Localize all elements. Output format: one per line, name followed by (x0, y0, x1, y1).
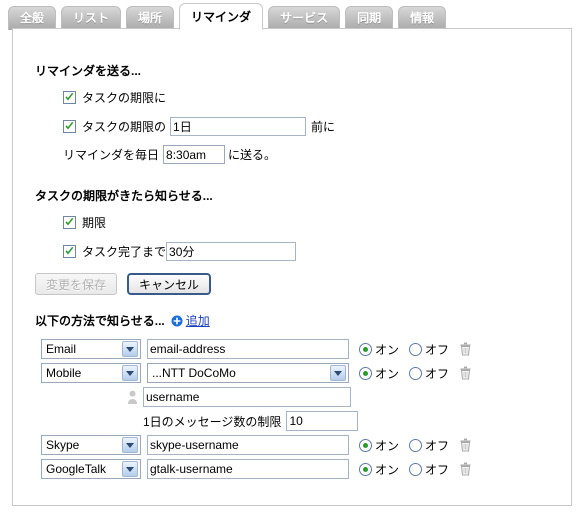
radio-off-label: オフ (425, 462, 450, 477)
overdue-due-checkbox[interactable] (63, 216, 76, 229)
overdue-until-input[interactable] (166, 242, 297, 261)
radio-off-skype[interactable] (409, 438, 423, 452)
tab-reminders[interactable]: リマインダ (179, 3, 264, 30)
tab-label: リマインダ (191, 10, 252, 24)
radio-on-mobile[interactable] (359, 366, 372, 380)
radio-off-email[interactable] (409, 342, 423, 356)
overdue-due-label: 期限 (82, 216, 107, 230)
method-state-radios-email: オン オフ (359, 341, 459, 358)
button-row: 変更を保存 キャンセル (35, 273, 212, 295)
chevron-down-icon (122, 341, 138, 357)
before-reminder-suffix: 前に (311, 120, 336, 134)
chevron-down-icon (122, 461, 138, 477)
method-type-value: Mobile (46, 366, 82, 380)
method-type-value: Skype (46, 438, 80, 452)
mobile-username-input[interactable] (143, 387, 351, 407)
cancel-button[interactable]: キャンセル (127, 273, 212, 295)
method-type-value: Email (46, 342, 77, 356)
radio-on-googletalk[interactable] (359, 462, 372, 476)
chevron-down-icon (330, 365, 346, 381)
daily-reminder-time-input[interactable] (163, 145, 226, 164)
tab-bar: 全般 リスト 場所 リマインダ サービス 同期 情報 (0, 0, 584, 30)
due-reminder-label: タスクの期限に (82, 91, 167, 105)
tab-general[interactable]: 全般 (8, 6, 57, 30)
add-method-link[interactable]: 追加 (186, 312, 210, 329)
method-row-email: Email オン オフ (41, 339, 472, 359)
radio-on-email[interactable] (359, 342, 372, 356)
method-row-mobile: Mobile ...NTT DoCoMo オン オフ (41, 363, 472, 383)
methods-section-header: 以下の方法で知らせる... 追加 (35, 312, 210, 329)
tab-label: リスト (73, 11, 110, 25)
radio-on-skype[interactable] (359, 438, 372, 452)
method-row-skype: Skype オン オフ (41, 435, 472, 455)
tab-lists[interactable]: リスト (61, 6, 122, 30)
method-type-select-mobile[interactable]: Mobile (41, 363, 141, 383)
method-state-radios-mobile: オン オフ (359, 365, 459, 382)
tab-sync[interactable]: 同期 (345, 6, 394, 30)
daily-reminder-prefix: リマインダを毎日 (63, 148, 160, 162)
method-type-select-googletalk[interactable]: GoogleTalk (41, 459, 141, 479)
due-reminder-row: タスクの期限に (63, 89, 166, 106)
delete-method-icon-mobile[interactable] (459, 366, 472, 380)
overdue-until-label: タスク完了まで (82, 245, 167, 259)
method-state-radios-skype: オン オフ (359, 437, 459, 454)
before-reminder-row: タスクの期限の 前に (63, 117, 335, 136)
chevron-down-icon (122, 437, 138, 453)
delete-method-icon-skype[interactable] (459, 438, 472, 452)
method-value-input-googletalk[interactable] (147, 459, 349, 479)
method-type-value: GoogleTalk (46, 462, 107, 476)
radio-off-label: オフ (425, 438, 450, 453)
radio-on-label: オン (375, 342, 400, 357)
plus-circle-icon (171, 315, 183, 326)
radio-on-label: オン (375, 366, 400, 381)
methods-section-title: 以下の方法で知らせる... (35, 314, 165, 328)
overdue-until-checkbox[interactable] (63, 245, 76, 258)
method-state-radios-googletalk: オン オフ (359, 461, 459, 478)
mobile-username-row (127, 387, 351, 407)
overdue-due-row: 期限 (63, 214, 106, 231)
tab-info[interactable]: 情報 (398, 6, 447, 30)
delete-method-icon-googletalk[interactable] (459, 462, 472, 476)
mobile-limit-input[interactable] (286, 411, 359, 431)
method-type-select-email[interactable]: Email (41, 339, 141, 359)
delete-method-icon-email[interactable] (459, 342, 472, 356)
daily-reminder-suffix: に送る。 (228, 148, 277, 162)
tab-services[interactable]: サービス (268, 6, 341, 30)
radio-on-label: オン (375, 438, 400, 453)
tab-label: 場所 (138, 11, 163, 25)
add-method-control[interactable]: 追加 (171, 312, 210, 329)
before-reminder-checkbox[interactable] (63, 120, 76, 133)
radio-on-label: オン (375, 462, 400, 477)
daily-reminder-row: リマインダを毎日 に送る。 (63, 145, 276, 164)
radio-off-mobile[interactable] (409, 366, 423, 380)
before-reminder-label: タスクの期限の (82, 120, 167, 134)
method-row-googletalk: GoogleTalk オン オフ (41, 459, 472, 479)
before-reminder-input[interactable] (170, 117, 307, 136)
method-type-select-skype[interactable]: Skype (41, 435, 141, 455)
user-icon (128, 390, 137, 404)
method-value-input-skype[interactable] (147, 435, 349, 455)
overdue-section-title: タスクの期限がきたら知らせる... (35, 189, 213, 203)
settings-panel: リマインダを送る... タスクの期限に タスクの期限の 前に リマインダを毎日 … (12, 28, 572, 506)
mobile-limit-row: 1日のメッセージ数の制限 (143, 411, 359, 431)
radio-off-label: オフ (425, 366, 450, 381)
method-value-select-mobile[interactable]: ...NTT DoCoMo (147, 363, 349, 383)
save-changes-button[interactable]: 変更を保存 (35, 273, 118, 295)
method-value-input-email[interactable] (147, 339, 349, 359)
overdue-until-row: タスク完了まで (63, 242, 297, 261)
radio-off-label: オフ (425, 342, 450, 357)
mobile-limit-label: 1日のメッセージ数の制限 (143, 414, 282, 429)
method-value-text: ...NTT DoCoMo (152, 366, 236, 380)
tab-label: サービス (280, 11, 329, 25)
radio-off-googletalk[interactable] (409, 462, 423, 476)
tab-label: 情報 (410, 11, 435, 25)
tab-locations[interactable]: 場所 (126, 6, 175, 30)
reminder-section-title: リマインダを送る... (35, 64, 142, 78)
chevron-down-icon (122, 365, 138, 381)
tab-label: 全般 (20, 11, 45, 25)
tab-label: 同期 (357, 11, 382, 25)
due-reminder-checkbox[interactable] (63, 91, 76, 104)
